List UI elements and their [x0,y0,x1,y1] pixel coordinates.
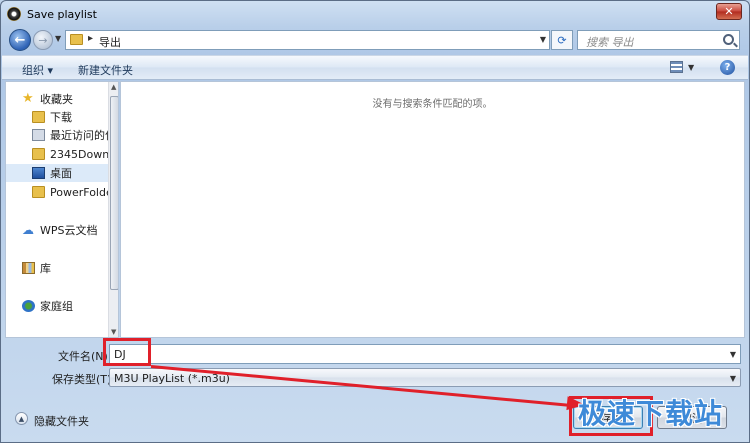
recent-places-icon [32,129,45,141]
breadcrumb-export[interactable]: 导出 [99,34,121,50]
star-icon: ★ [22,91,34,106]
folder-icon [32,148,45,160]
homegroup-icon [22,300,35,312]
cloud-icon: ☁ [22,223,34,237]
view-dropdown-icon[interactable]: ▼ [688,63,694,72]
filename-input[interactable]: DJ ▼ [109,344,741,364]
file-list-pane[interactable]: 没有与搜索条件匹配的项。 [120,81,745,338]
save-playlist-dialog: Save playlist ✕ ← → ▼ ▸ 导出 ▼ ⟳ 搜索 导出 组织 … [0,0,750,443]
nav-item-libraries[interactable]: 库 [22,259,118,277]
empty-results-message: 没有与搜索条件匹配的项。 [372,99,493,110]
filetype-dropdown-icon[interactable]: ▼ [730,374,736,383]
watermark-logo: 极速下载站 [578,397,724,430]
filetype-label: 保存类型(T): [52,373,116,386]
app-disc-icon [7,7,21,21]
filename-dropdown-icon[interactable]: ▼ [730,350,736,359]
nav-item-2345downloads[interactable]: 2345Downlo [32,145,108,163]
desktop-icon [32,167,45,179]
navigation-pane: ★ 收藏夹 下载 最近访问的位 2345Downlo 桌面 PowerFolde… [5,81,119,338]
breadcrumb-chevron-icon[interactable]: ▸ [88,33,93,44]
search-placeholder: 搜索 导出 [586,36,634,49]
filetype-value: M3U PlayList (*.m3u) [114,372,230,385]
folder-icon [32,111,45,123]
nav-item-wps-cloud[interactable]: ☁ WPS云文档 [22,221,118,239]
scroll-down-icon[interactable]: ▼ [111,328,116,336]
nav-item-recent-places[interactable]: 最近访问的位 [32,126,108,144]
search-input[interactable]: 搜索 导出 [577,30,740,50]
chevron-up-icon[interactable]: ▲ [15,412,28,425]
address-bar[interactable]: ▸ 导出 ▼ [65,30,550,50]
nav-item-favorites[interactable]: ★ 收藏夹 [22,90,118,108]
close-button[interactable]: ✕ [716,3,742,20]
organize-menu[interactable]: 组织 ▾ [22,62,53,78]
refresh-button[interactable]: ⟳ [551,30,573,50]
title-bar: Save playlist ✕ [1,1,749,27]
library-icon [22,262,35,274]
folder-icon [32,186,45,198]
window-title: Save playlist [27,8,97,21]
nav-item-desktop[interactable]: 桌面 [6,164,108,182]
help-icon[interactable]: ? [720,60,735,75]
nav-item-powerfolder[interactable]: PowerFolde [32,183,108,201]
view-options-icon[interactable] [670,61,683,73]
nav-item-homegroup[interactable]: 家庭组 [22,297,118,315]
nav-scroll-thumb[interactable] [110,96,118,290]
annotation-filename-highlight [103,338,151,366]
recent-locations-chevron-icon[interactable]: ▼ [55,34,61,43]
new-folder-button[interactable]: 新建文件夹 [78,62,133,78]
nav-scrollbar[interactable]: ▲ ▼ [108,82,118,337]
hide-folders-toggle[interactable]: 隐藏文件夹 [34,413,89,429]
back-button[interactable]: ← [9,29,31,51]
scroll-up-icon[interactable]: ▲ [111,83,116,91]
nav-item-downloads[interactable]: 下载 [32,108,118,126]
search-icon[interactable] [723,34,734,45]
folder-icon [70,34,83,45]
forward-button[interactable]: → [33,30,53,50]
address-dropdown-icon[interactable]: ▼ [540,35,546,44]
command-toolbar: 组织 ▾ 新建文件夹 ▼ ? [2,55,748,80]
